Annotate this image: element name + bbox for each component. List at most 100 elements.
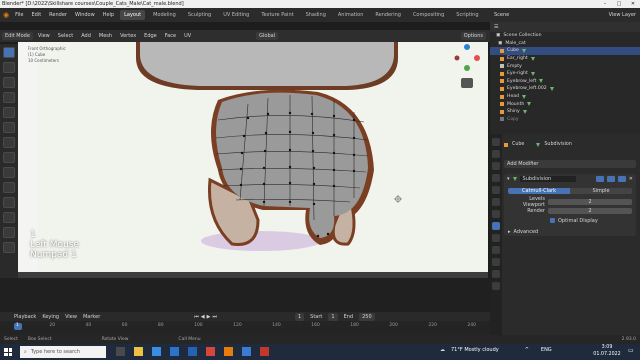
menu-face[interactable]: Face [162,32,179,40]
tab-sculpting[interactable]: Sculpting [184,10,215,20]
menu-window[interactable]: Window [73,12,97,18]
collapse-chevron-icon[interactable]: ▾ [507,176,510,182]
viewport-toggle-icon[interactable] [606,175,615,182]
outliner-row[interactable]: Eye-right [490,70,640,78]
object-tab-icon[interactable] [492,210,500,218]
annotate-tool-icon[interactable] [3,137,15,148]
inset-tool-icon[interactable] [3,182,15,193]
menu-uv[interactable]: UV [181,32,194,40]
viewport-canvas[interactable] [18,30,488,278]
menu-render[interactable]: Render [47,12,69,18]
tab-texture-paint[interactable]: Texture Paint [257,10,297,20]
tab-layout[interactable]: Layout [120,10,146,20]
app-icon[interactable] [242,347,251,356]
menu-edit[interactable]: Edit [29,12,43,18]
scene-selector[interactable]: Scene [494,12,509,18]
outliner-row[interactable]: Empty [490,62,640,70]
tab-uv-editing[interactable]: UV Editing [219,10,253,20]
close-modifier-icon[interactable]: ✕ [629,176,633,182]
extrude-tool-icon[interactable] [3,167,15,178]
render-levels-field[interactable]: 2 [548,207,632,214]
tab-rendering[interactable]: Rendering [371,10,405,20]
tab-scripting[interactable]: Scripting [452,10,482,20]
data-tab-icon[interactable] [492,270,500,278]
playback-controls-icon[interactable]: ⏮◀▶⏭ [194,314,219,320]
advanced-subpanel[interactable]: ▸ Advanced [508,228,632,235]
weather-text[interactable]: 71°F Mostly cloudy [451,347,499,353]
mode-selector[interactable]: Edit Mode [2,32,33,40]
tab-compositing[interactable]: Compositing [409,10,448,20]
outliner-row[interactable]: Eyebrow_left [490,78,640,86]
outliner-row[interactable]: Eyebrow_left.002 [490,85,640,93]
modifier-tab-icon[interactable] [492,222,500,230]
cursor-tool-icon[interactable] [3,62,15,73]
3d-viewport[interactable]: Front Orthographic (1) Cube 10 Centimete… [18,30,488,278]
bevel-tool-icon[interactable] [3,197,15,208]
outliner-row[interactable]: Shiny [490,108,640,116]
measure-tool-icon[interactable] [3,152,15,163]
tool-tab-icon[interactable] [492,138,500,146]
render-toggle-icon[interactable] [617,175,626,182]
scene-tab-icon[interactable] [492,186,500,194]
move-tool-icon[interactable] [3,77,15,88]
transform-tool-icon[interactable] [3,122,15,133]
taskbar-search[interactable]: ⌕ Type here to search [20,346,106,358]
store-icon[interactable] [170,347,179,356]
world-tab-icon[interactable] [492,198,500,206]
catmull-clark-button[interactable]: Catmull-Clark [508,187,570,194]
menu-view-timeline[interactable]: View [65,314,77,320]
view-layer-tab-icon[interactable] [492,174,500,182]
timeline-ruler[interactable]: 1 20 40 60 80 100 120 140 160 180 200 22… [0,321,490,335]
loop-cut-tool-icon[interactable] [3,212,15,223]
menu-view[interactable]: View [35,32,53,40]
outliner-filter-icon[interactable]: ☰ [494,24,498,30]
outliner-row[interactable]: ▣ Male_cat [490,40,640,48]
menu-mesh[interactable]: Mesh [96,32,115,40]
task-view-icon[interactable] [116,347,125,356]
notification-icon[interactable]: ▭ [628,347,637,356]
simple-button[interactable]: Simple [570,187,632,194]
constraints-tab-icon[interactable] [492,258,500,266]
minimize-icon[interactable]: – [598,0,612,8]
menu-marker[interactable]: Marker [83,314,100,320]
clock[interactable]: 3:09 01.07.2022 [592,345,622,358]
close-icon[interactable]: ✕ [626,0,640,8]
end-frame-field[interactable]: 250 [359,312,375,321]
app-icon[interactable] [206,347,215,356]
knife-tool-icon[interactable] [3,227,15,238]
language-indicator[interactable]: ENG [541,347,552,353]
output-tab-icon[interactable] [492,162,500,170]
navigation-gizmo[interactable] [450,34,484,94]
app-icon[interactable] [260,347,269,356]
modifier-name-field[interactable]: Subdivision [519,175,576,182]
poly-build-tool-icon[interactable] [3,242,15,253]
windows-start-icon[interactable] [4,348,12,356]
current-frame-field[interactable]: 1 [294,312,305,321]
scene-collection-row[interactable]: ▣ Scene Collection [490,32,640,40]
material-tab-icon[interactable] [492,282,500,290]
outliner-row[interactable]: Head [490,93,640,101]
edit-mode-toggle-icon[interactable] [595,175,604,182]
physics-tab-icon[interactable] [492,246,500,254]
orientation-selector[interactable]: Global [256,32,279,40]
menu-select[interactable]: Select [55,32,76,40]
mail-icon[interactable] [188,347,197,356]
blender-logo-icon[interactable]: ◉ [3,11,9,19]
menu-vertex[interactable]: Vertex [117,32,139,40]
optimal-display-checkbox[interactable] [550,218,555,223]
menu-keying[interactable]: Keying [42,314,59,320]
tab-animation[interactable]: Animation [334,10,368,20]
outliner-row[interactable]: Copy [490,116,640,124]
menu-add[interactable]: Add [78,32,94,40]
maximize-icon[interactable]: □ [612,0,626,8]
view-layer-selector[interactable]: View Layer [609,12,636,18]
levels-viewport-field[interactable]: 2 [548,198,632,205]
outliner-row[interactable]: Mounth [490,100,640,108]
menu-file[interactable]: File [13,12,25,18]
rotate-tool-icon[interactable] [3,92,15,103]
tray-chevron-icon[interactable]: ^ [525,347,529,353]
particles-tab-icon[interactable] [492,234,500,242]
file-explorer-icon[interactable] [134,347,143,356]
menu-playback[interactable]: Playback [14,314,36,320]
render-tab-icon[interactable] [492,150,500,158]
